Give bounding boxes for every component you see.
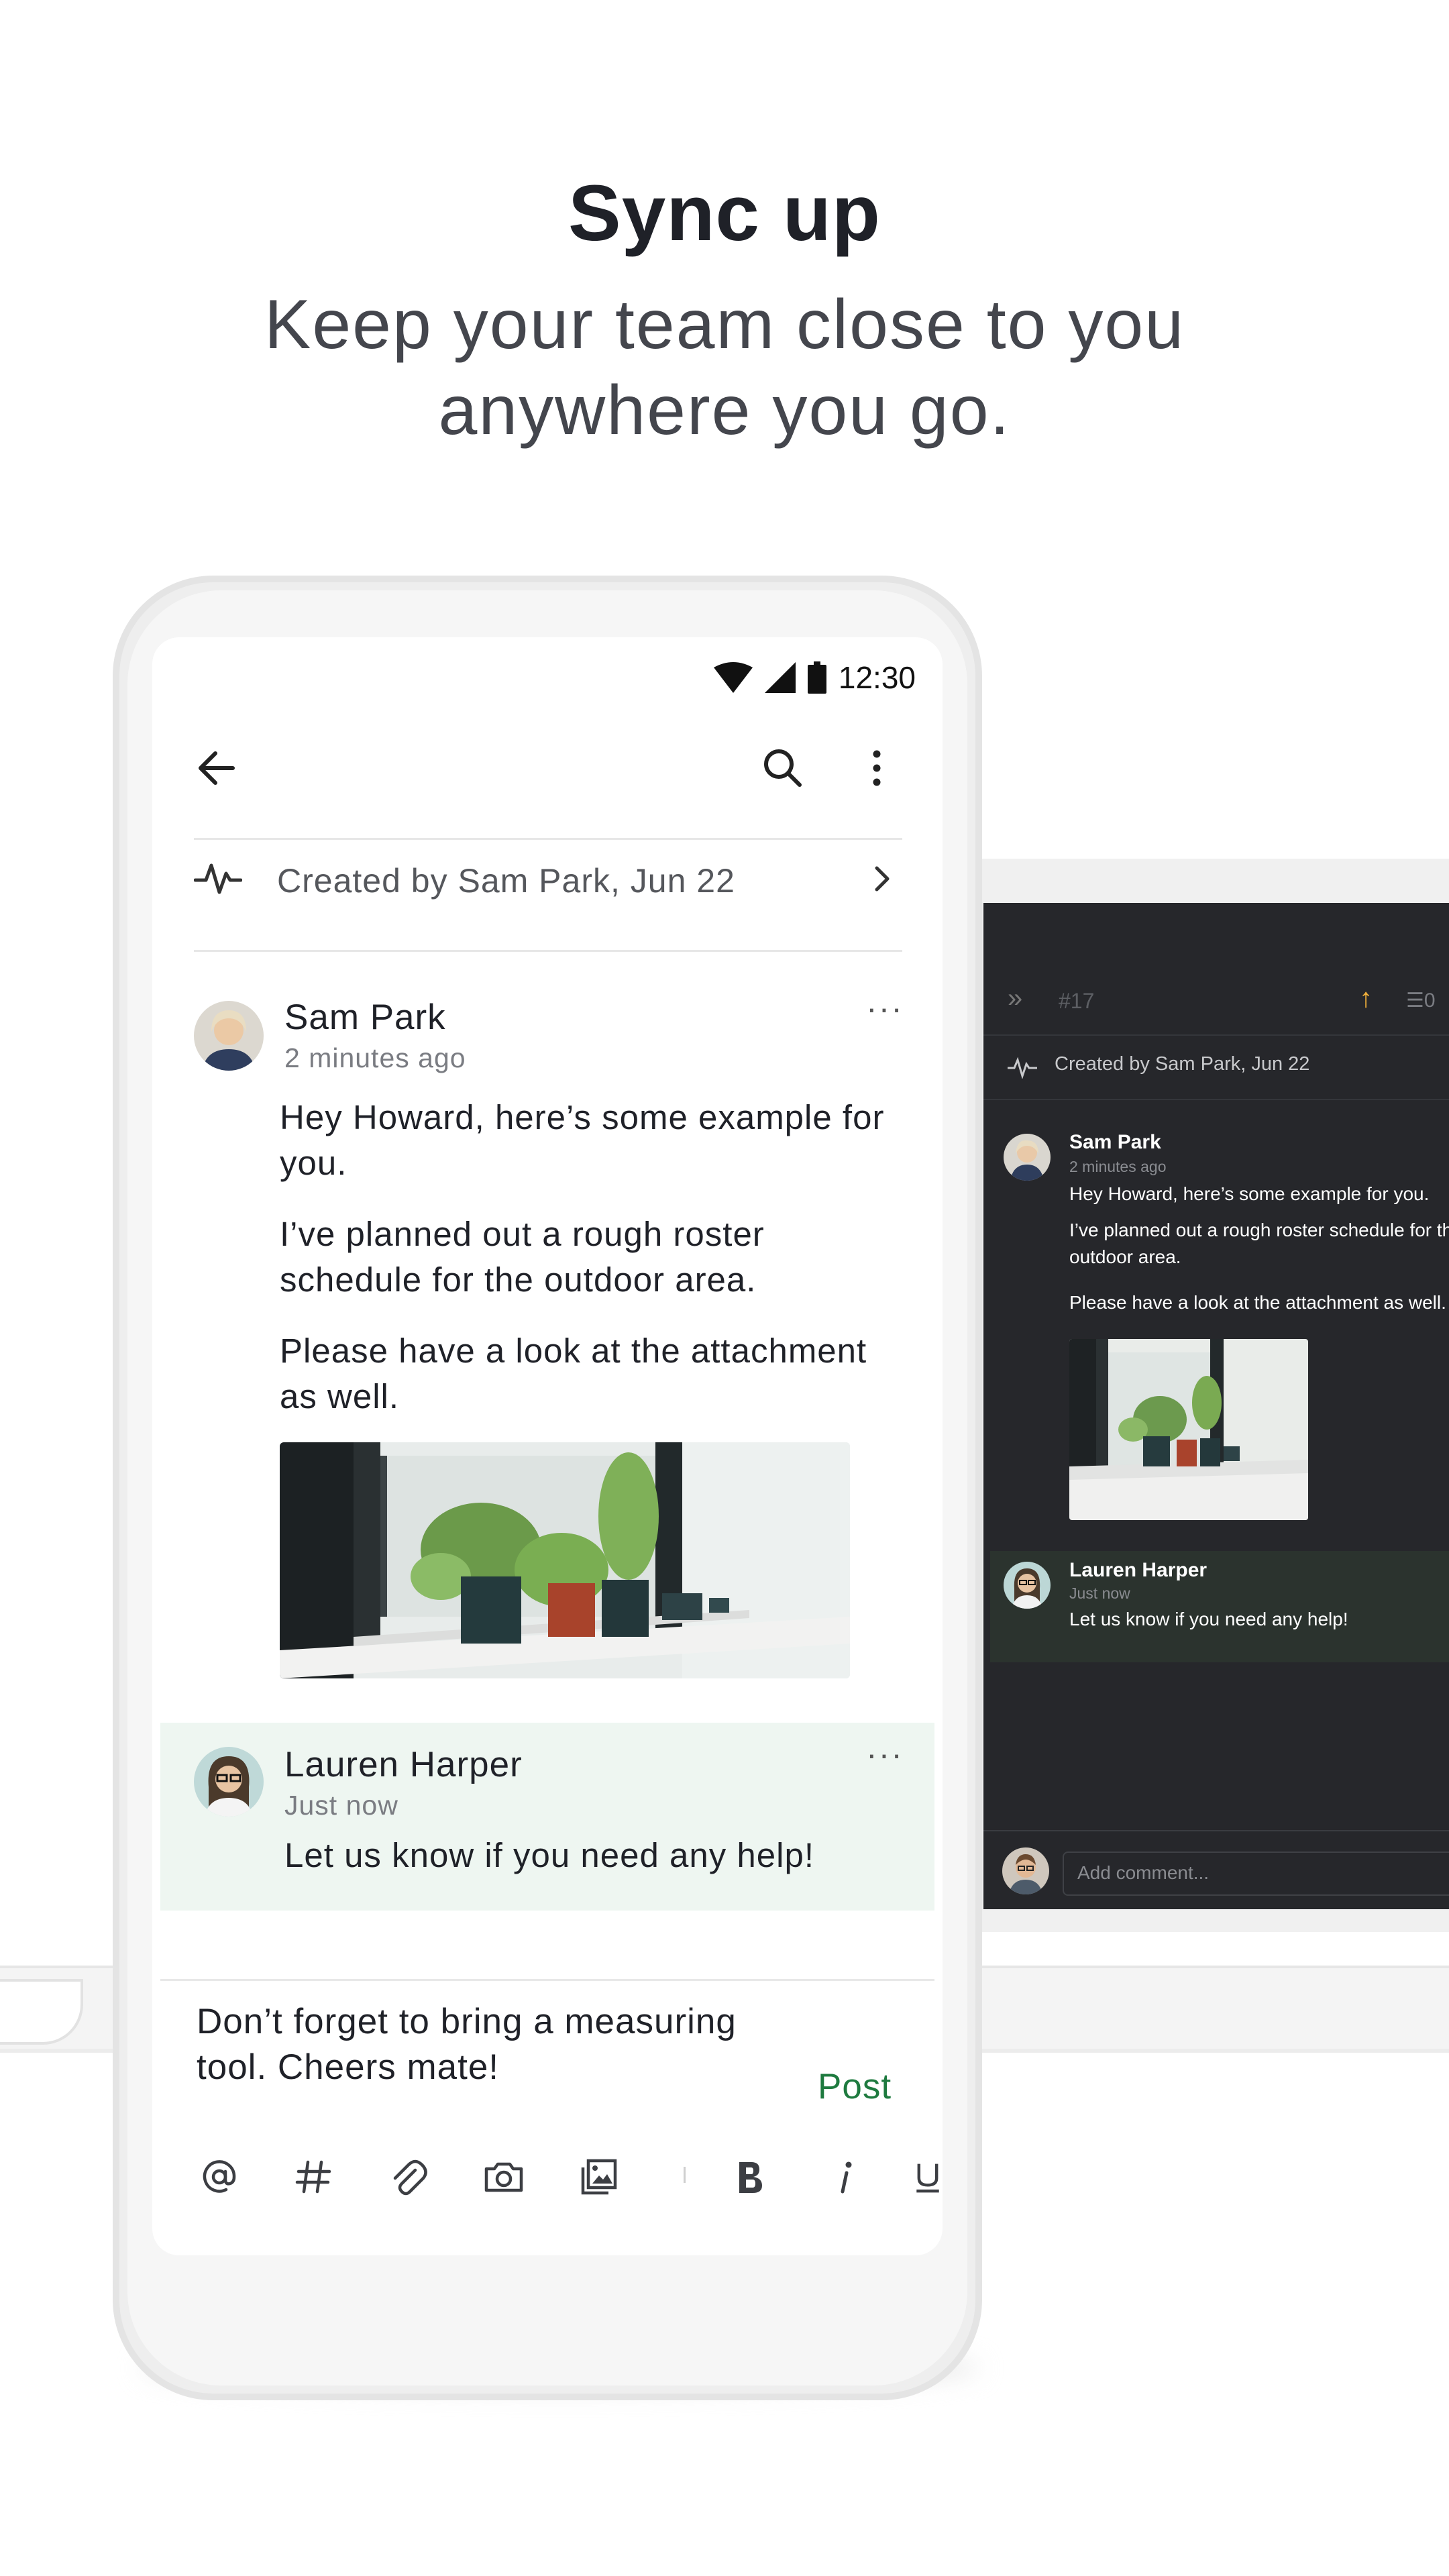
comment-placeholder: Add comment... <box>1077 1862 1210 1883</box>
message-paragraph: Please have a look at the attachment as … <box>280 1332 867 1415</box>
reply-count-value: 0 <box>1424 989 1436 1012</box>
signal-icon <box>764 662 796 693</box>
created-row[interactable]: Created by Sam Park, Jun 22 <box>194 839 902 919</box>
italic-icon[interactable] <box>818 2147 871 2207</box>
message-time: 2 minutes ago <box>284 1042 466 1073</box>
highlighted-message <box>160 1723 934 1911</box>
laptop-author-name[interactable]: Sam Park <box>1069 1131 1161 1154</box>
laptop-created-label: Created by Sam Park, Jun 22 <box>1055 1053 1310 1075</box>
laptop-attachment-image[interactable] <box>1069 1339 1308 1520</box>
toolbar-separator <box>684 2167 686 2183</box>
comment-input[interactable]: Don’t forget to bring a measuring tool. … <box>197 1999 800 2090</box>
divider <box>194 950 902 952</box>
at-icon[interactable] <box>193 2147 246 2207</box>
post-button[interactable]: Post <box>818 2066 892 2107</box>
expand-icon[interactable]: » <box>1008 983 1022 1014</box>
message-time: Just now <box>284 1790 398 1821</box>
message-more-icon[interactable]: ··· <box>866 1735 904 1774</box>
message-more-icon[interactable]: ··· <box>866 989 904 1028</box>
laptop-message-paragraph: Let us know if you need any help! <box>1069 1609 1348 1629</box>
avatar[interactable] <box>194 1001 264 1071</box>
status-bar: 12:30 <box>713 651 916 704</box>
laptop-comment-input[interactable]: Add comment... <box>1063 1851 1449 1896</box>
avatar <box>1002 1847 1049 1894</box>
laptop-comment-bar: Add comment... <box>983 1830 1449 1909</box>
laptop-message-paragraph: I’ve planned out a rough roster schedule… <box>1069 1220 1449 1267</box>
formatting-toolbar <box>193 2147 943 2214</box>
avatar[interactable] <box>1004 1134 1051 1181</box>
search-icon[interactable] <box>759 745 806 792</box>
attach-icon[interactable] <box>382 2147 435 2207</box>
gallery-icon[interactable] <box>572 2147 626 2207</box>
laptop-thread-header: » #17 ↑ ☰0 <box>983 970 1449 1036</box>
activity-icon <box>1008 1057 1037 1079</box>
avatar[interactable] <box>194 1747 264 1817</box>
laptop-message-paragraph: Please have a look at the attachment as … <box>1069 1292 1446 1313</box>
underline-icon[interactable] <box>913 2147 943 2207</box>
laptop-screen: + » #17 ↑ ☰0 Created by Sam Park, Jun 22… <box>983 903 1449 1909</box>
more-vertical-icon[interactable] <box>863 745 890 792</box>
reply-count: ☰0 <box>1406 989 1436 1012</box>
author-name[interactable]: Lauren Harper <box>284 1744 523 1785</box>
attachment-image[interactable] <box>280 1442 850 1678</box>
page-subtitle: Keep your team close to you anywhere you… <box>0 282 1449 453</box>
laptop-message-paragraph: Hey Howard, here’s some example for you. <box>1069 1183 1430 1204</box>
composer-divider <box>160 1979 934 1981</box>
bold-icon[interactable] <box>722 2147 776 2207</box>
message-paragraph: Hey Howard, here’s some example for you. <box>280 1098 885 1182</box>
camera-icon[interactable] <box>477 2147 531 2207</box>
up-arrow-icon[interactable]: ↑ <box>1359 983 1373 1014</box>
laptop-message-time: 2 minutes ago <box>1069 1158 1167 1175</box>
chevron-right-icon <box>875 866 890 892</box>
status-time: 12:30 <box>838 660 916 695</box>
activity-icon <box>194 863 242 894</box>
thread-number: #17 <box>1059 989 1095 1013</box>
laptop-created-row[interactable]: Created by Sam Park, Jun 22 <box>983 1034 1449 1100</box>
battery-icon <box>807 661 826 694</box>
wifi-icon <box>713 662 753 693</box>
subtitle-line-2: anywhere you go. <box>438 372 1011 449</box>
avatar[interactable] <box>1004 1562 1051 1609</box>
phone-screen: 12:30 Created by Sam Park, Jun 22 Sam Pa… <box>152 637 943 2255</box>
message-paragraph: I’ve planned out a rough roster schedule… <box>280 1215 765 1299</box>
author-name[interactable]: Sam Park <box>284 997 446 1038</box>
laptop-author-name[interactable]: Lauren Harper <box>1069 1559 1207 1582</box>
page-title: Sync up <box>568 169 881 258</box>
hash-icon[interactable] <box>286 2147 340 2207</box>
created-label: Created by Sam Park, Jun 22 <box>277 862 735 900</box>
message-paragraph: Let us know if you need any help! <box>284 1836 815 1874</box>
laptop-message-time: Just now <box>1069 1585 1130 1602</box>
back-arrow-icon[interactable] <box>193 745 239 792</box>
subtitle-line-1: Keep your team close to you <box>264 286 1185 364</box>
